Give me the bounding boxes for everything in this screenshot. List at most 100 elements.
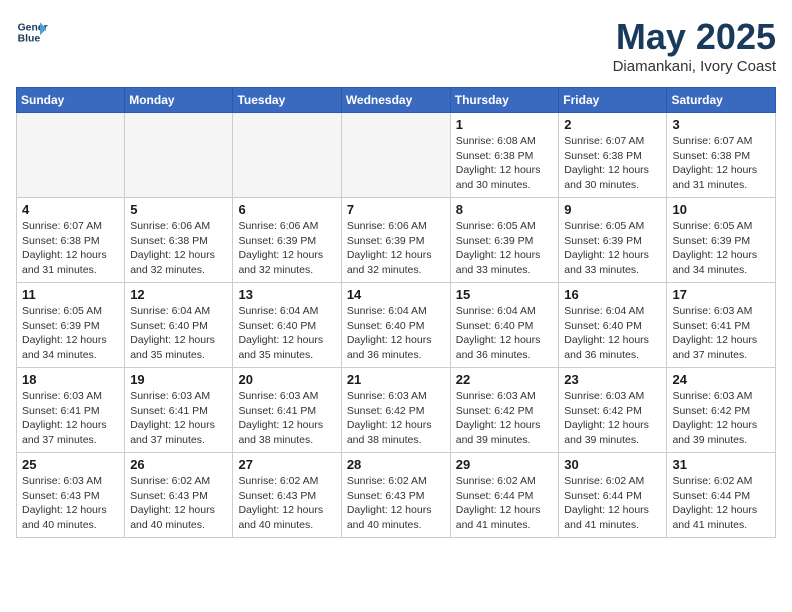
calendar-cell: 2 Sunrise: 6:07 AM Sunset: 6:38 PM Daylig… [559, 113, 667, 198]
day-number: 26 [130, 457, 227, 472]
day-info: Sunrise: 6:02 AM Sunset: 6:43 PM Dayligh… [130, 474, 227, 533]
calendar-cell: 25Sunrise: 6:03 AM Sunset: 6:43 PM Dayli… [17, 453, 125, 538]
day-number: 19 [130, 372, 227, 387]
day-number: 24 [672, 372, 770, 387]
day-info: Sunrise: 6:03 AM Sunset: 6:41 PM Dayligh… [672, 304, 770, 363]
day-info: Sunrise: 6:02 AM Sunset: 6:44 PM Dayligh… [564, 474, 661, 533]
day-info: Sunrise: 6:02 AM Sunset: 6:44 PM Dayligh… [456, 474, 554, 533]
calendar-header-row: SundayMondayTuesdayWednesdayThursdayFrid… [17, 88, 776, 113]
day-info: Sunrise: 6:04 AM Sunset: 6:40 PM Dayligh… [238, 304, 335, 363]
calendar-cell: 6 Sunrise: 6:06 AM Sunset: 6:39 PM Daylig… [233, 198, 341, 283]
day-info: Sunrise: 6:06 AM Sunset: 6:38 PM Dayligh… [130, 219, 227, 278]
calendar-week-2: 4 Sunrise: 6:07 AM Sunset: 6:38 PM Daylig… [17, 198, 776, 283]
day-number: 2 [564, 117, 661, 132]
day-header-thursday: Thursday [450, 88, 559, 113]
calendar-cell: 21 Sunrise: 6:03 AM Sunset: 6:42 PM Dayli… [341, 368, 450, 453]
calendar-cell: 3Sunrise: 6:07 AM Sunset: 6:38 PM Daylig… [667, 113, 776, 198]
day-info: Sunrise: 6:03 AM Sunset: 6:42 PM Dayligh… [347, 389, 445, 448]
title-block: May 2025 Diamankani, Ivory Coast [613, 16, 776, 75]
calendar-cell: 12 Sunrise: 6:04 AM Sunset: 6:40 PM Dayli… [125, 283, 233, 368]
day-number: 31 [672, 457, 770, 472]
calendar-cell: 5 Sunrise: 6:06 AM Sunset: 6:38 PM Daylig… [125, 198, 233, 283]
calendar-cell: 28Sunrise: 6:02 AM Sunset: 6:43 PM Dayli… [341, 453, 450, 538]
day-info: Sunrise: 6:07 AM Sunset: 6:38 PM Dayligh… [22, 219, 119, 278]
calendar-cell: 11 Sunrise: 6:05 AM Sunset: 6:39 PM Dayli… [17, 283, 125, 368]
calendar-cell: 18Sunrise: 6:03 AM Sunset: 6:41 PM Dayli… [17, 368, 125, 453]
day-number: 21 [347, 372, 445, 387]
day-number: 14 [347, 287, 445, 302]
day-info: Sunrise: 6:02 AM Sunset: 6:43 PM Dayligh… [347, 474, 445, 533]
day-header-saturday: Saturday [667, 88, 776, 113]
calendar-cell: 30 Sunrise: 6:02 AM Sunset: 6:44 PM Dayli… [559, 453, 667, 538]
svg-text:Blue: Blue [18, 34, 41, 45]
calendar-cell: 24 Sunrise: 6:03 AM Sunset: 6:42 PM Dayli… [667, 368, 776, 453]
calendar-week-3: 11 Sunrise: 6:05 AM Sunset: 6:39 PM Dayli… [17, 283, 776, 368]
calendar-cell [233, 113, 341, 198]
calendar-cell: 4 Sunrise: 6:07 AM Sunset: 6:38 PM Daylig… [17, 198, 125, 283]
day-info: Sunrise: 6:02 AM Sunset: 6:43 PM Dayligh… [238, 474, 335, 533]
day-info: Sunrise: 6:06 AM Sunset: 6:39 PM Dayligh… [347, 219, 445, 278]
day-number: 11 [22, 287, 119, 302]
day-number: 1 [456, 117, 554, 132]
day-number: 5 [130, 202, 227, 217]
day-number: 17 [672, 287, 770, 302]
calendar-cell [341, 113, 450, 198]
day-header-monday: Monday [125, 88, 233, 113]
calendar-cell: 29 Sunrise: 6:02 AM Sunset: 6:44 PM Dayli… [450, 453, 559, 538]
day-info: Sunrise: 6:08 AM Sunset: 6:38 PM Dayligh… [456, 134, 554, 193]
day-info: Sunrise: 6:05 AM Sunset: 6:39 PM Dayligh… [672, 219, 770, 278]
calendar: SundayMondayTuesdayWednesdayThursdayFrid… [16, 87, 776, 538]
day-info: Sunrise: 6:03 AM Sunset: 6:41 PM Dayligh… [238, 389, 335, 448]
calendar-week-4: 18 Sunrise: 6:03 AM Sunset: 6:41 PM Dayli… [17, 368, 776, 453]
calendar-cell: 15Sunrise: 6:04 AM Sunset: 6:40 PM Dayli… [450, 283, 559, 368]
calendar-week-5: 25Sunrise: 6:03 AM Sunset: 6:43 PM Dayli… [17, 453, 776, 538]
day-info: Sunrise: 6:04 AM Sunset: 6:40 PM Dayligh… [456, 304, 554, 363]
day-number: 16 [564, 287, 661, 302]
calendar-cell [17, 113, 125, 198]
day-number: 7 [347, 202, 445, 217]
calendar-cell: 13Sunrise: 6:04 AM Sunset: 6:40 PM Dayli… [233, 283, 341, 368]
day-number: 29 [456, 457, 554, 472]
day-header-friday: Friday [559, 88, 667, 113]
calendar-cell: 7 Sunrise: 6:06 AM Sunset: 6:39 PM Daylig… [341, 198, 450, 283]
logo-icon: General Blue [16, 16, 48, 48]
calendar-cell: 10 Sunrise: 6:05 AM Sunset: 6:39 PM Dayli… [667, 198, 776, 283]
calendar-cell: 19Sunrise: 6:03 AM Sunset: 6:41 PM Dayli… [125, 368, 233, 453]
day-header-sunday: Sunday [17, 88, 125, 113]
day-info: Sunrise: 6:07 AM Sunset: 6:38 PM Dayligh… [672, 134, 770, 193]
calendar-cell: 23 Sunrise: 6:03 AM Sunset: 6:42 PM Dayli… [559, 368, 667, 453]
calendar-cell: 20Sunrise: 6:03 AM Sunset: 6:41 PM Dayli… [233, 368, 341, 453]
day-number: 23 [564, 372, 661, 387]
day-info: Sunrise: 6:03 AM Sunset: 6:42 PM Dayligh… [564, 389, 661, 448]
day-header-wednesday: Wednesday [341, 88, 450, 113]
day-number: 12 [130, 287, 227, 302]
day-info: Sunrise: 6:05 AM Sunset: 6:39 PM Dayligh… [22, 304, 119, 363]
calendar-cell: 31 Sunrise: 6:02 AM Sunset: 6:44 PM Dayli… [667, 453, 776, 538]
day-number: 22 [456, 372, 554, 387]
day-number: 9 [564, 202, 661, 217]
day-number: 18 [22, 372, 119, 387]
day-info: Sunrise: 6:04 AM Sunset: 6:40 PM Dayligh… [347, 304, 445, 363]
day-info: Sunrise: 6:03 AM Sunset: 6:43 PM Dayligh… [22, 474, 119, 533]
calendar-cell: 17 Sunrise: 6:03 AM Sunset: 6:41 PM Dayli… [667, 283, 776, 368]
calendar-cell: 1 Sunrise: 6:08 AM Sunset: 6:38 PM Daylig… [450, 113, 559, 198]
day-number: 30 [564, 457, 661, 472]
day-number: 6 [238, 202, 335, 217]
day-info: Sunrise: 6:07 AM Sunset: 6:38 PM Dayligh… [564, 134, 661, 193]
day-number: 27 [238, 457, 335, 472]
day-info: Sunrise: 6:02 AM Sunset: 6:44 PM Dayligh… [672, 474, 770, 533]
day-number: 4 [22, 202, 119, 217]
day-number: 10 [672, 202, 770, 217]
calendar-cell: 16Sunrise: 6:04 AM Sunset: 6:40 PM Dayli… [559, 283, 667, 368]
day-header-tuesday: Tuesday [233, 88, 341, 113]
calendar-cell: 14 Sunrise: 6:04 AM Sunset: 6:40 PM Dayli… [341, 283, 450, 368]
day-info: Sunrise: 6:05 AM Sunset: 6:39 PM Dayligh… [456, 219, 554, 278]
calendar-cell: 9Sunrise: 6:05 AM Sunset: 6:39 PM Daylig… [559, 198, 667, 283]
day-info: Sunrise: 6:03 AM Sunset: 6:42 PM Dayligh… [672, 389, 770, 448]
page-header: General Blue May 2025 Diamankani, Ivory … [16, 16, 776, 75]
calendar-week-1: 1 Sunrise: 6:08 AM Sunset: 6:38 PM Daylig… [17, 113, 776, 198]
calendar-cell: 27 Sunrise: 6:02 AM Sunset: 6:43 PM Dayli… [233, 453, 341, 538]
calendar-cell: 8Sunrise: 6:05 AM Sunset: 6:39 PM Daylig… [450, 198, 559, 283]
day-info: Sunrise: 6:06 AM Sunset: 6:39 PM Dayligh… [238, 219, 335, 278]
day-info: Sunrise: 6:04 AM Sunset: 6:40 PM Dayligh… [130, 304, 227, 363]
